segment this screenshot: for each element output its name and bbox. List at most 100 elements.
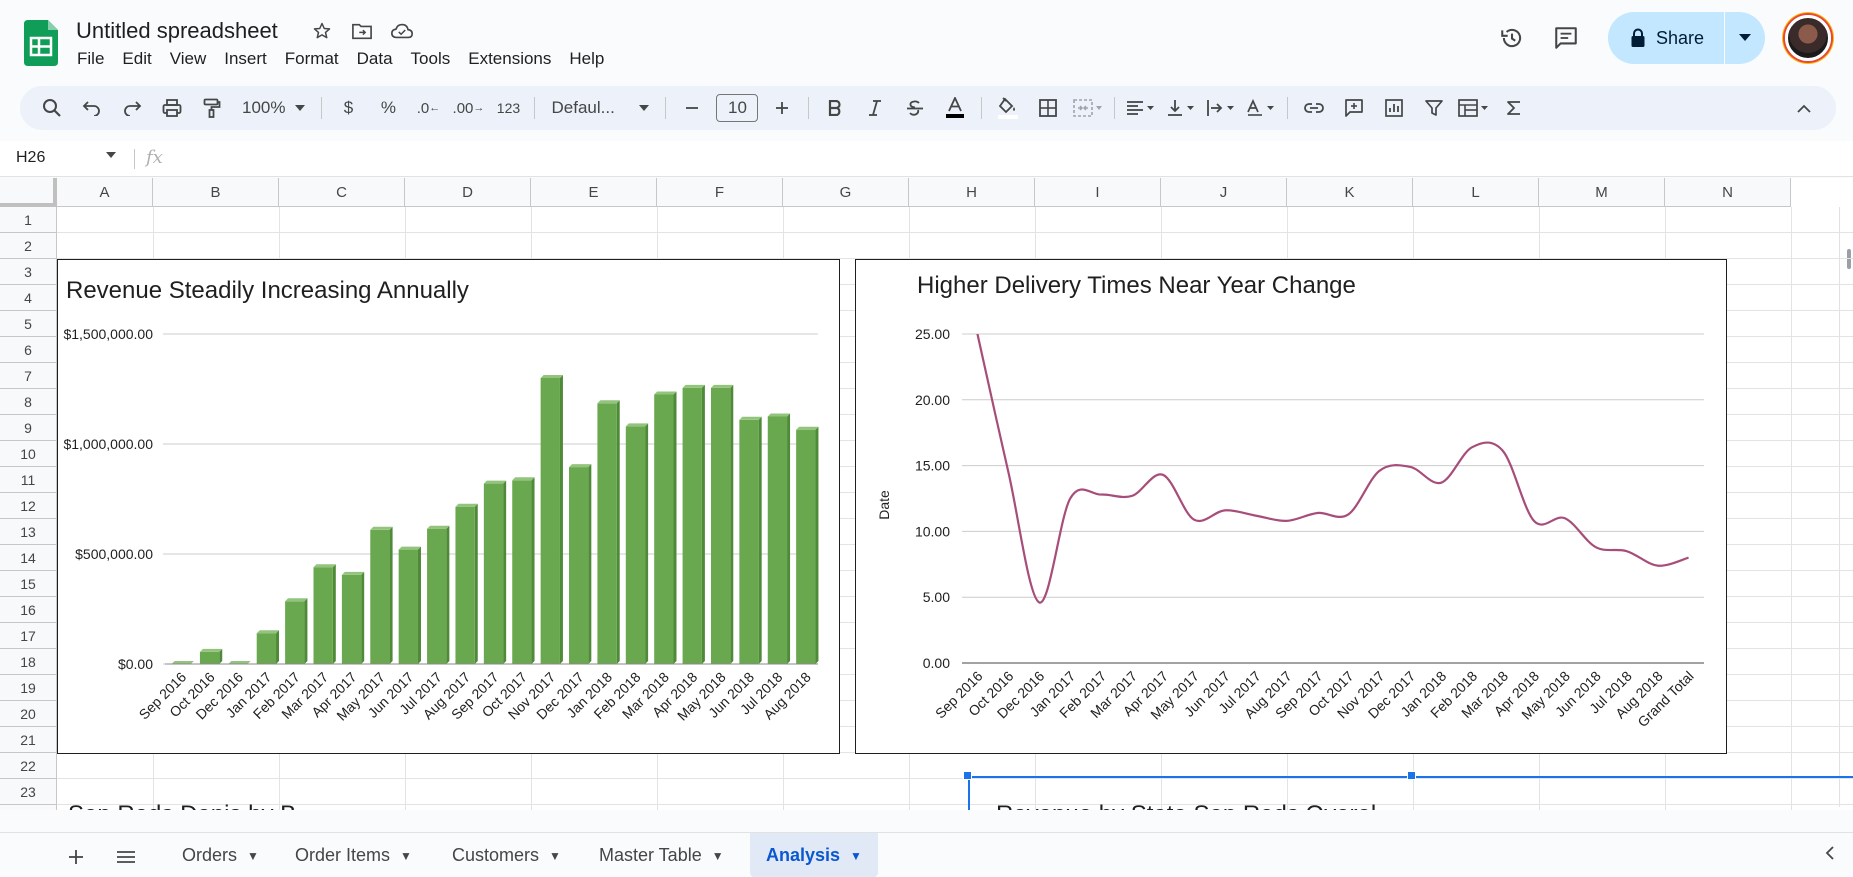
column-header-e[interactable]: E [531,178,657,207]
row-header-10[interactable]: 10 [0,441,57,467]
caret-down-icon[interactable]: ▼ [712,849,724,863]
resize-handle[interactable] [963,771,972,780]
column-header-c[interactable]: C [279,178,405,207]
tab-customers[interactable]: Customers ▼ [436,833,577,877]
bar[interactable] [398,546,421,664]
row-header-15[interactable]: 15 [0,571,57,597]
paint-format-button[interactable] [196,92,228,124]
insert-chart-button[interactable] [1378,92,1410,124]
menu-file[interactable]: File [68,47,113,71]
row-header-19[interactable]: 19 [0,675,57,701]
row-header-17[interactable]: 17 [0,623,57,649]
bar[interactable] [682,384,705,664]
bar[interactable] [540,375,563,664]
menu-view[interactable]: View [161,47,216,71]
vertical-align-button[interactable] [1165,92,1197,124]
undo-button[interactable] [76,92,108,124]
text-rotation-button[interactable] [1245,92,1277,124]
document-title[interactable]: Untitled spreadsheet [76,18,278,44]
menu-insert[interactable]: Insert [215,47,276,71]
row-header-6[interactable]: 6 [0,337,57,363]
insert-comment-button[interactable] [1338,92,1370,124]
column-header-b[interactable]: B [153,178,279,207]
more-formats-button[interactable]: 123 [492,92,524,124]
vertical-scrollbar[interactable] [1839,207,1853,807]
decrease-font-size-button[interactable] [676,92,708,124]
menu-help[interactable]: Help [560,47,613,71]
column-header-n[interactable]: N [1665,178,1791,207]
share-button[interactable]: Share [1608,12,1725,64]
tab-master-table[interactable]: Master Table ▼ [583,833,740,877]
column-header-l[interactable]: L [1413,178,1539,207]
text-wrapping-button[interactable] [1205,92,1237,124]
select-all-corner[interactable] [0,178,57,207]
bar[interactable] [767,413,791,665]
bar[interactable] [710,384,734,664]
column-header-i[interactable]: I [1035,178,1161,207]
scrollbar-thumb[interactable] [1847,249,1851,269]
caret-down-icon[interactable]: ▼ [850,849,862,863]
row-header-3[interactable]: 3 [0,259,57,285]
bar[interactable] [256,630,280,664]
name-box[interactable]: H26 [16,149,45,167]
strikethrough-button[interactable] [899,92,931,124]
column-header-a[interactable]: A [57,178,153,207]
add-sheet-button[interactable] [60,841,92,873]
resize-handle[interactable] [1407,771,1416,780]
column-header-g[interactable]: G [783,178,909,207]
currency-format-button[interactable]: $ [332,92,364,124]
print-button[interactable] [156,92,188,124]
row-header-18[interactable]: 18 [0,649,57,675]
row-header-8[interactable]: 8 [0,389,57,415]
bar[interactable] [483,480,507,664]
bar[interactable] [313,564,336,664]
italic-button[interactable] [859,92,891,124]
bar[interactable] [625,423,649,664]
decrease-decimal-button[interactable]: .0 ← [412,92,444,124]
spreadsheet-grid[interactable]: A B C D E F G H I J K L M N 1 2 3 4 5 6 7 8 9 10 11 12 13 14 15 16 17 1… [0,178,1853,810]
bar[interactable] [427,525,450,664]
tab-analysis[interactable]: Analysis ▼ [750,833,878,877]
bar[interactable] [455,503,478,664]
cloud-status-icon[interactable] [388,18,416,44]
sheets-logo-icon[interactable] [24,20,58,66]
bar[interactable] [569,464,592,664]
zoom-select[interactable]: 100% [236,92,311,124]
tab-order-items[interactable]: Order Items ▼ [279,833,428,877]
delivery-times-line-chart[interactable]: Higher Delivery Times Near Year Change D… [855,259,1727,754]
caret-down-icon[interactable]: ▼ [400,849,412,863]
borders-button[interactable] [1032,92,1064,124]
row-header-5[interactable]: 5 [0,311,57,337]
tab-orders[interactable]: Orders ▼ [166,833,275,877]
insert-link-button[interactable] [1298,92,1330,124]
menu-extensions[interactable]: Extensions [459,47,560,71]
search-menus-button[interactable] [36,92,68,124]
horizontal-align-button[interactable] [1125,92,1157,124]
increase-font-size-button[interactable] [766,92,798,124]
bar[interactable] [597,400,620,664]
caret-down-icon[interactable]: ▼ [549,849,561,863]
bar[interactable] [199,648,223,664]
menu-format[interactable]: Format [276,47,348,71]
comments-icon[interactable] [1546,18,1586,58]
menu-tools[interactable]: Tools [402,47,460,71]
share-dropdown-button[interactable] [1725,12,1765,64]
redo-button[interactable] [116,92,148,124]
all-sheets-button[interactable] [110,841,142,873]
row-header-12[interactable]: 12 [0,493,57,519]
row-header-1[interactable]: 1 [0,207,57,233]
menu-edit[interactable]: Edit [113,47,160,71]
move-folder-icon[interactable] [348,18,376,44]
column-header-d[interactable]: D [405,178,531,207]
hide-menus-button[interactable] [1788,92,1820,124]
series-line[interactable] [976,334,1689,604]
star-icon[interactable] [308,18,336,44]
row-header-21[interactable]: 21 [0,727,57,753]
menu-data[interactable]: Data [348,47,402,71]
column-header-j[interactable]: J [1161,178,1287,207]
bar[interactable] [512,477,535,664]
bar[interactable] [654,391,677,665]
version-history-icon[interactable] [1492,18,1532,58]
bar[interactable] [341,571,365,664]
row-header-9[interactable]: 9 [0,415,57,441]
